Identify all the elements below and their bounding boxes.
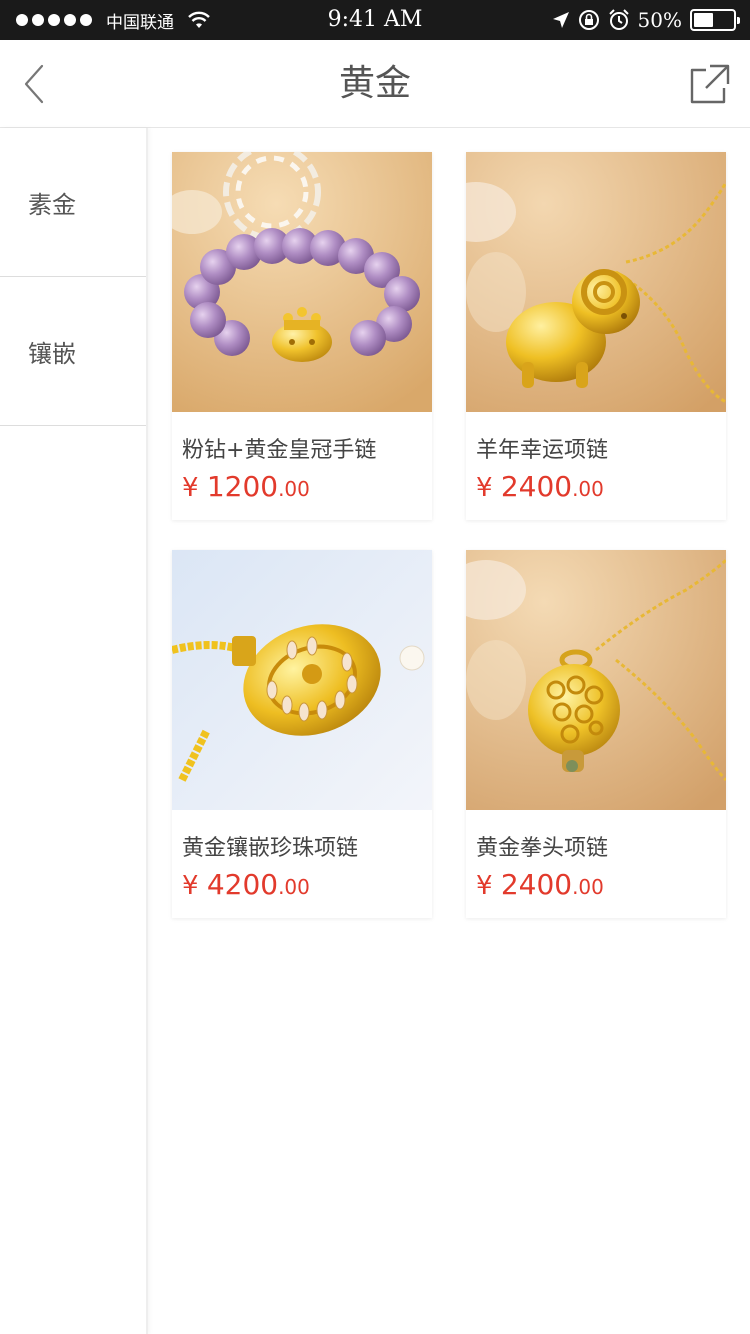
product-card[interactable]: 黄金镶嵌珍珠项链 ¥ 4200.00 — [172, 550, 432, 918]
nav-bar: 黄金 — [0, 40, 750, 128]
product-price: ¥ 4200.00 — [182, 868, 310, 901]
page-title: 黄金 — [338, 63, 411, 104]
sidebar-item-xiangqian[interactable]: 镶嵌 — [0, 277, 146, 426]
sidebar-item-label: 镶嵌 — [28, 339, 76, 368]
status-right: 50% — [552, 0, 740, 40]
product-card[interactable]: 黄金拳头项链 ¥ 2400.00 — [466, 550, 726, 918]
product-image-pearl-necklace — [172, 550, 432, 810]
product-name: 黄金镶嵌珍珠项链 — [182, 836, 359, 861]
product-name: 黄金拳头项链 — [476, 836, 609, 861]
product-image-ram-necklace — [466, 152, 726, 412]
product-price: ¥ 2400.00 — [476, 470, 604, 503]
product-name: 羊年幸运项链 — [476, 438, 609, 463]
sidebar-item-label: 素金 — [28, 190, 76, 219]
product-card[interactable]: 羊年幸运项链 ¥ 2400.00 — [466, 152, 726, 520]
status-bar: 中国联通 9:41 AM 50% — [0, 0, 750, 40]
product-price: ¥ 2400.00 — [476, 868, 604, 901]
rotation-lock-icon — [578, 10, 599, 30]
location-arrow-icon — [552, 12, 569, 28]
product-price: ¥ 1200.00 — [182, 470, 310, 503]
category-sidebar: 素金 镶嵌 — [0, 128, 148, 1334]
alarm-icon — [608, 9, 629, 30]
battery-level — [694, 13, 713, 27]
product-card[interactable]: 粉钻+黄金皇冠手链 ¥ 1200.00 — [172, 152, 432, 520]
battery-percent: 50% — [637, 8, 682, 32]
product-image-bracelet — [172, 152, 432, 412]
sidebar-item-sujin[interactable]: 素金 — [0, 128, 146, 277]
product-image-fist-necklace — [466, 550, 726, 810]
share-external-icon[interactable] — [688, 64, 730, 106]
battery-icon — [690, 9, 740, 31]
product-name: 粉钻+黄金皇冠手链 — [182, 438, 377, 463]
